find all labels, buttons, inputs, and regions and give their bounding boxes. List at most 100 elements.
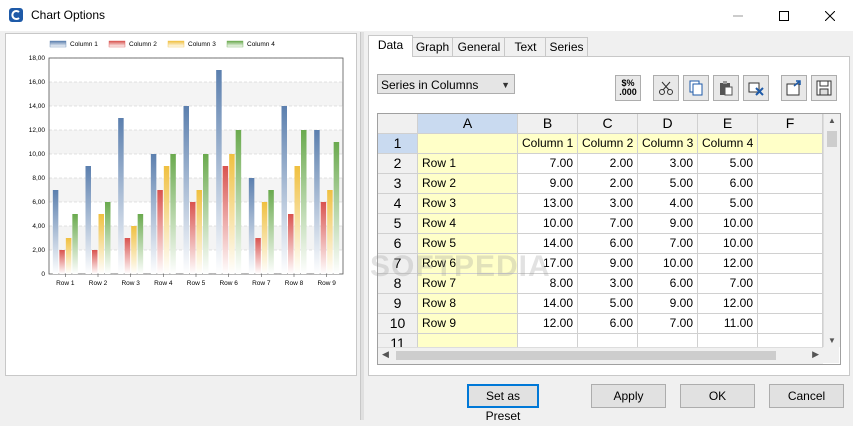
legend-label: Column 2 <box>129 41 157 48</box>
vertical-scrollbar[interactable]: ▲ ▼ <box>823 114 840 347</box>
grid-cell[interactable] <box>758 214 823 234</box>
tab-data[interactable]: Data <box>368 35 413 57</box>
grid-cell[interactable] <box>758 174 823 194</box>
column-header[interactable]: F <box>758 114 823 134</box>
tab-general[interactable]: General <box>452 37 506 56</box>
grid-cell[interactable]: 6.00 <box>698 174 758 194</box>
grid-cell[interactable]: 13.00 <box>518 194 578 214</box>
grid-cell[interactable] <box>758 194 823 214</box>
minimize-button[interactable] <box>715 0 761 31</box>
grid-cell-label[interactable]: Row 9 <box>418 314 518 334</box>
tab-graph[interactable]: Graph <box>411 37 454 56</box>
cancel-button[interactable]: Cancel <box>769 384 844 408</box>
grid-cell[interactable]: 9.00 <box>638 214 698 234</box>
paste-button[interactable] <box>713 75 739 101</box>
grid-cell[interactable]: 5.00 <box>698 194 758 214</box>
grid-cell[interactable]: 12.00 <box>698 294 758 314</box>
grid-cell[interactable] <box>758 274 823 294</box>
row-header[interactable]: 1 <box>378 134 418 154</box>
grid-cell[interactable]: 14.00 <box>518 294 578 314</box>
ok-button[interactable]: OK <box>680 384 755 408</box>
row-header[interactable]: 9 <box>378 294 418 314</box>
grid-cell[interactable]: 12.00 <box>698 254 758 274</box>
grid-cell[interactable]: 7.00 <box>698 274 758 294</box>
grid-cell[interactable]: 3.00 <box>578 274 638 294</box>
grid-cell-label[interactable]: Row 3 <box>418 194 518 214</box>
save-button[interactable] <box>811 75 837 101</box>
grid-cell[interactable]: 9.00 <box>638 294 698 314</box>
scroll-thumb[interactable] <box>827 131 837 147</box>
chevron-left-icon[interactable]: ◀ <box>382 349 389 360</box>
grid-cell[interactable] <box>758 154 823 174</box>
grid-cell[interactable]: 9.00 <box>578 254 638 274</box>
grid-corner-header[interactable] <box>378 114 418 134</box>
column-header[interactable]: D <box>638 114 698 134</box>
grid-cell[interactable]: 9.00 <box>518 174 578 194</box>
grid-cell[interactable]: 6.00 <box>638 274 698 294</box>
row-header[interactable]: 10 <box>378 314 418 334</box>
clear-button[interactable] <box>743 75 769 101</box>
grid-cell[interactable]: 7.00 <box>638 234 698 254</box>
tab-series[interactable]: Series <box>545 37 588 56</box>
chevron-right-icon[interactable]: ▶ <box>812 349 819 360</box>
grid-cell-label[interactable] <box>418 134 518 154</box>
panel-splitter[interactable] <box>360 32 364 420</box>
horizontal-scrollbar[interactable]: ◀ ▶ <box>378 347 823 364</box>
grid-cell[interactable]: Column 1 <box>518 134 578 154</box>
row-header[interactable]: 3 <box>378 174 418 194</box>
grid-cell[interactable] <box>758 314 823 334</box>
grid-cell[interactable] <box>758 254 823 274</box>
set-as-preset-button[interactable]: Set as Preset <box>467 384 539 423</box>
grid-cell-label[interactable]: Row 2 <box>418 174 518 194</box>
grid-cell[interactable]: Column 2 <box>578 134 638 154</box>
grid-cell[interactable]: 2.00 <box>578 174 638 194</box>
tab-text[interactable]: Text <box>504 37 547 56</box>
grid-cell[interactable]: 11.00 <box>698 314 758 334</box>
export-button[interactable] <box>781 75 807 101</box>
apply-button[interactable]: Apply <box>591 384 666 408</box>
grid-cell[interactable]: 5.00 <box>638 174 698 194</box>
maximize-button[interactable] <box>761 0 807 31</box>
grid-cell-label[interactable]: Row 8 <box>418 294 518 314</box>
chevron-up-icon[interactable]: ▲ <box>828 116 836 125</box>
column-header[interactable]: E <box>698 114 758 134</box>
row-header[interactable]: 4 <box>378 194 418 214</box>
cut-button[interactable] <box>653 75 679 101</box>
grid-cell[interactable]: 7.00 <box>518 154 578 174</box>
grid-cell[interactable]: 7.00 <box>638 314 698 334</box>
column-header[interactable]: C <box>578 114 638 134</box>
grid-cell[interactable]: Column 3 <box>638 134 698 154</box>
scroll-thumb[interactable] <box>396 351 776 360</box>
grid-cell[interactable]: 5.00 <box>698 154 758 174</box>
grid-cell[interactable]: 5.00 <box>578 294 638 314</box>
grid-cell[interactable] <box>758 134 823 154</box>
chevron-down-icon[interactable]: ▼ <box>828 336 836 345</box>
grid-cell[interactable]: 12.00 <box>518 314 578 334</box>
row-header[interactable]: 5 <box>378 214 418 234</box>
data-grid[interactable]: A B C D E F 1 Column 1 Column 2 Column 3 Column 4 2… <box>377 113 841 365</box>
x-tick-label: Row 8 <box>285 280 304 287</box>
grid-cell[interactable] <box>758 294 823 314</box>
grid-cell[interactable]: 6.00 <box>578 234 638 254</box>
grid-cell[interactable]: 10.00 <box>518 214 578 234</box>
grid-cell[interactable]: 4.00 <box>638 194 698 214</box>
grid-cell[interactable]: 10.00 <box>698 234 758 254</box>
grid-cell[interactable]: 2.00 <box>578 154 638 174</box>
grid-cell-label[interactable]: Row 4 <box>418 214 518 234</box>
grid-cell[interactable] <box>758 234 823 254</box>
grid-cell[interactable]: 7.00 <box>578 214 638 234</box>
grid-cell[interactable]: 3.00 <box>638 154 698 174</box>
copy-button[interactable] <box>683 75 709 101</box>
series-orientation-select[interactable]: Series in Columns ▼ <box>377 74 515 94</box>
grid-cell[interactable]: 6.00 <box>578 314 638 334</box>
column-header[interactable]: A <box>418 114 518 134</box>
close-button[interactable] <box>807 0 853 31</box>
grid-cell[interactable]: Column 4 <box>698 134 758 154</box>
grid-cell[interactable]: 10.00 <box>698 214 758 234</box>
row-header[interactable]: 2 <box>378 154 418 174</box>
number-format-button[interactable]: $% .000 <box>615 75 641 101</box>
grid-cell-label[interactable]: Row 1 <box>418 154 518 174</box>
grid-cell[interactable]: 10.00 <box>638 254 698 274</box>
grid-cell[interactable]: 3.00 <box>578 194 638 214</box>
column-header[interactable]: B <box>518 114 578 134</box>
